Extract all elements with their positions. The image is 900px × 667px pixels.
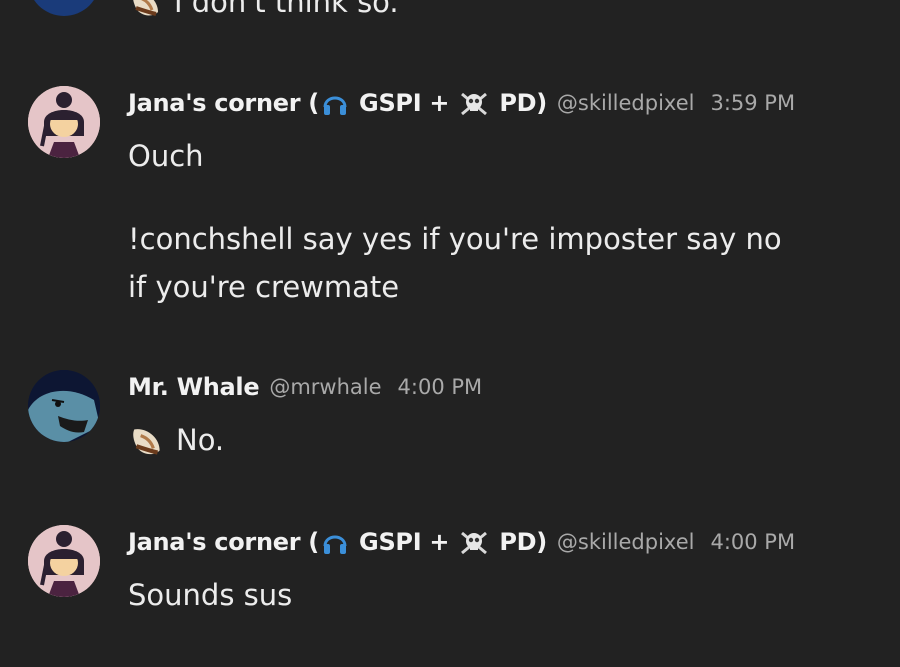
avatar-jana[interactable] <box>28 525 100 597</box>
avatar[interactable] <box>28 0 100 16</box>
message-text: Sounds sus <box>128 578 293 612</box>
timestamp: 3:59 PM <box>710 91 796 115</box>
headphones-icon <box>323 535 347 554</box>
author-name[interactable]: Jana's corner ( GSPI + PD) <box>128 89 547 118</box>
author-handle[interactable]: @skilledpixel <box>557 530 695 554</box>
timestamp: 4:00 PM <box>397 375 483 399</box>
message-text: if you're crewmate <box>128 270 400 304</box>
skull-crossbones-icon <box>461 92 488 115</box>
message-text: No. <box>128 416 224 464</box>
conch-shell-icon <box>133 0 158 16</box>
message-text: !conchshell say yes if you're imposter s… <box>128 222 782 256</box>
avatar-jana[interactable] <box>28 86 100 158</box>
message-header: Jana's corner ( GSPI + PD) @skilledpixel… <box>128 86 795 120</box>
skull-crossbones-icon <box>461 531 488 554</box>
message-text: I don't think so. <box>128 0 399 26</box>
message-header: Mr. Whale @mrwhale 4:00 PM <box>128 370 482 404</box>
author-name[interactable]: Jana's corner ( GSPI + PD) <box>128 528 547 557</box>
conch-shell-icon <box>133 429 160 455</box>
author-handle[interactable]: @mrwhale <box>269 375 381 399</box>
author-handle[interactable]: @skilledpixel <box>557 91 695 115</box>
message-header: Jana's corner ( GSPI + PD) @skilledpixel… <box>128 525 795 559</box>
message-text: Ouch <box>128 139 204 173</box>
avatar-mrwhale[interactable] <box>28 370 100 442</box>
timestamp: 4:00 PM <box>710 530 796 554</box>
author-name[interactable]: Mr. Whale <box>128 373 260 401</box>
headphones-icon <box>323 96 347 115</box>
